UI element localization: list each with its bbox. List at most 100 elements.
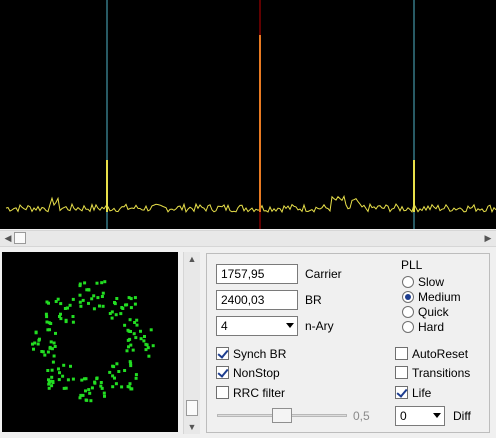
constellation-point <box>151 344 155 348</box>
scroll-up-arrow-icon[interactable]: ▲ <box>184 252 200 266</box>
carrier-input[interactable]: 1757,95 <box>216 264 298 284</box>
synch-br-checkbox[interactable] <box>216 347 229 360</box>
nary-select[interactable]: 4 <box>216 316 298 336</box>
constellation-point <box>83 281 87 285</box>
carrier-label: Carrier <box>305 267 342 281</box>
scroll-down-arrow-icon[interactable]: ▼ <box>184 420 200 434</box>
rrc-filter-checkbox[interactable] <box>216 386 229 399</box>
constellation-point <box>134 373 138 377</box>
constellation-point <box>127 296 131 300</box>
life-checkbox[interactable] <box>395 386 408 399</box>
constellation-point <box>66 378 70 382</box>
chevron-down-icon <box>286 323 294 328</box>
constellation-point <box>71 297 75 301</box>
constellation-point <box>102 391 106 395</box>
pll-medium-radio[interactable] <box>402 291 414 303</box>
constellation-point <box>139 329 142 333</box>
constellation-point <box>61 374 65 378</box>
slider-thumb[interactable] <box>272 408 292 423</box>
constellation-point <box>78 293 82 297</box>
constellation-point <box>93 380 97 384</box>
constellation-point <box>90 386 94 390</box>
constellation-point <box>123 369 127 372</box>
diff-select[interactable]: 0 <box>395 406 445 426</box>
constellation-point <box>71 320 75 324</box>
constellation-point <box>110 310 114 314</box>
br-input[interactable]: 2400,03 <box>216 290 298 310</box>
constellation-point <box>51 380 55 383</box>
constellation-point <box>134 336 138 340</box>
constellation-point <box>47 301 50 305</box>
constellation-point <box>51 360 55 364</box>
autoreset-checkbox[interactable] <box>395 347 408 360</box>
constellation-point <box>87 288 91 292</box>
nonstop-label: NonStop <box>233 366 280 380</box>
constellation-point <box>50 384 54 388</box>
pll-quick-radio[interactable] <box>402 306 414 318</box>
constellation-plot <box>31 280 155 403</box>
constellation-point <box>79 393 83 397</box>
scroll-right-arrow-icon[interactable]: ▶ <box>480 231 496 246</box>
constellation-point <box>133 296 137 300</box>
constellation-point <box>131 348 135 352</box>
constellation-point <box>89 399 93 403</box>
constellation-point <box>48 346 52 350</box>
constellation-point <box>47 386 51 390</box>
constellation-point <box>79 304 83 308</box>
constellation-point <box>40 350 44 353</box>
constellation-point <box>135 323 139 327</box>
transitions-checkbox[interactable] <box>395 366 408 379</box>
horizontal-scrollbar[interactable]: ◀ ▶ <box>0 230 496 247</box>
constellation-point <box>108 370 112 374</box>
constellation-point <box>111 364 115 368</box>
constellation-point <box>129 306 133 310</box>
pll-slow-label: Slow <box>418 275 445 289</box>
constellation-point <box>34 331 38 335</box>
constellation-point <box>84 389 87 393</box>
constellation-point <box>87 301 90 305</box>
constellation-point <box>52 341 56 345</box>
constellation-point <box>71 377 75 381</box>
constellation-point <box>46 350 50 354</box>
pll-quick-label: Quick <box>418 305 449 319</box>
constellation-point <box>85 398 89 402</box>
constellation-point <box>101 291 105 295</box>
constellation-point <box>66 306 69 310</box>
diff-selected-value: 0 <box>400 409 407 423</box>
constellation-point <box>115 362 119 366</box>
constellation-point <box>111 385 115 389</box>
constellation-point <box>47 378 50 382</box>
constellation-point <box>83 377 86 381</box>
nonstop-checkbox[interactable] <box>216 366 229 379</box>
constellation-point <box>100 281 104 285</box>
vertical-scroll-thumb[interactable] <box>186 400 198 416</box>
constellation-point <box>78 300 82 304</box>
horizontal-scroll-thumb[interactable] <box>14 232 26 244</box>
constellation-point <box>128 318 132 322</box>
pll-group: PLL Slow Medium Quick Hard <box>396 258 482 338</box>
synch-br-label: Synch BR <box>233 347 287 361</box>
nary-label: n-Ary <box>305 319 334 333</box>
pll-hard-radio[interactable] <box>402 321 414 333</box>
constellation-point <box>132 332 136 336</box>
constellation-point <box>57 378 61 382</box>
slider-value: 0,5 <box>353 409 370 423</box>
constellation-point <box>33 341 37 345</box>
nary-selected-value: 4 <box>221 319 228 333</box>
threshold-slider[interactable] <box>217 407 347 424</box>
spectrum-display <box>0 0 496 229</box>
constellation-point <box>64 320 68 324</box>
constellation-display <box>2 252 178 432</box>
constellation-point <box>110 316 114 320</box>
constellation-point <box>71 315 75 318</box>
constellation-point <box>95 281 99 285</box>
constellation-point <box>119 312 123 316</box>
constellation-point <box>62 363 66 367</box>
pll-slow-radio[interactable] <box>402 276 414 288</box>
constellation-point <box>115 297 119 300</box>
vertical-scrollbar[interactable]: ▲ ▼ <box>183 252 200 434</box>
constellation-point <box>45 320 49 324</box>
constellation-point <box>114 313 118 317</box>
constellation-point <box>145 343 149 347</box>
constellation-point <box>128 337 132 341</box>
